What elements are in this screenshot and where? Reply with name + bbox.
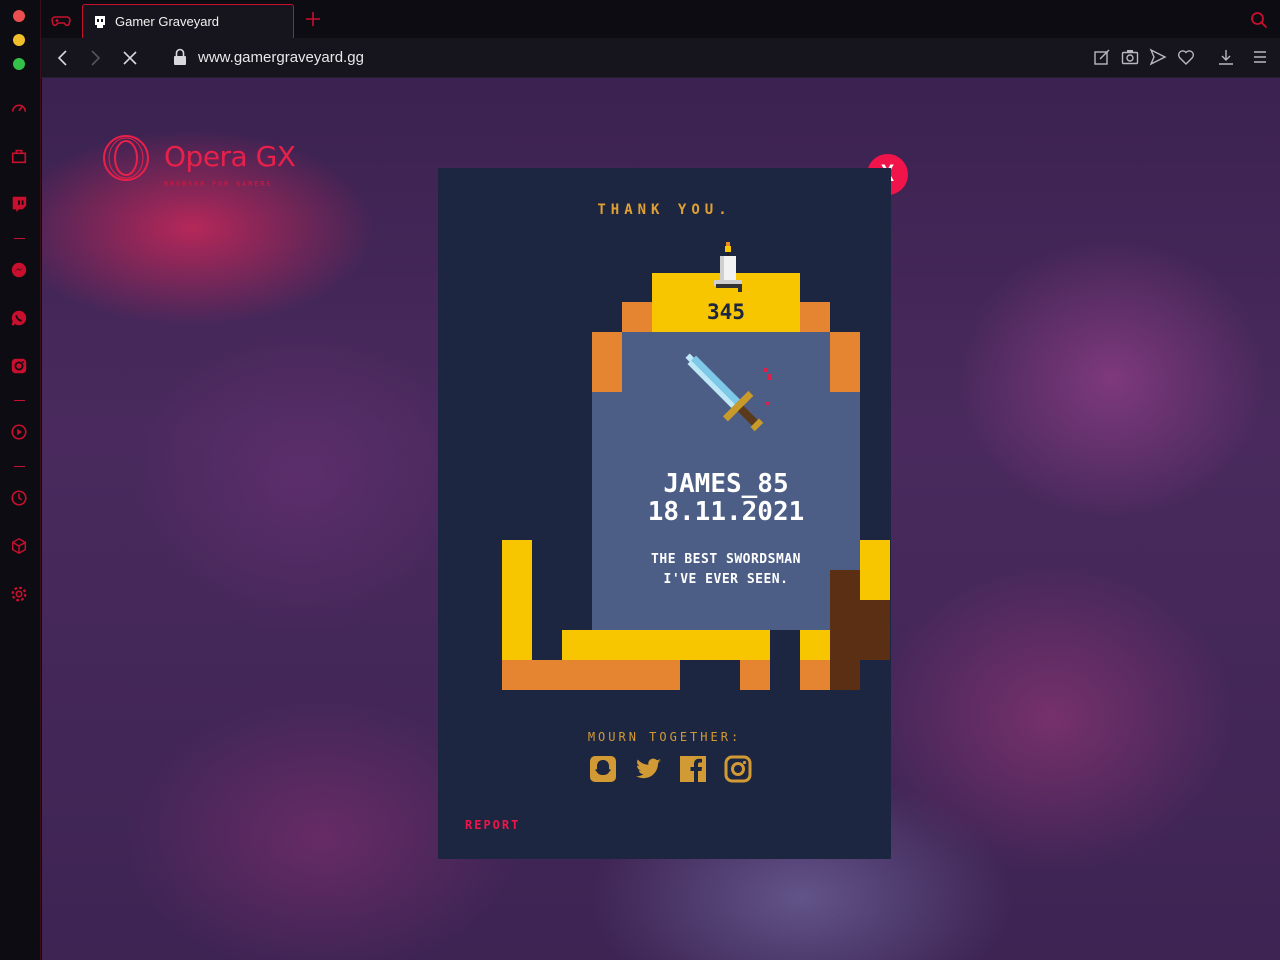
report-link[interactable]: REPORT xyxy=(465,818,520,832)
lock-icon[interactable] xyxy=(173,48,187,66)
skull-favicon-icon xyxy=(95,15,105,28)
snapchat-icon[interactable] xyxy=(588,754,618,784)
tab-gamer-graveyard[interactable]: Gamer Graveyard xyxy=(82,4,294,38)
sword-icon xyxy=(685,353,771,432)
menu-easy-setup-icon[interactable] xyxy=(1251,48,1269,66)
opera-gx-brand: Opera GX BROWSER FOR GAMERS xyxy=(102,132,302,194)
stop-loading-icon[interactable] xyxy=(120,48,140,68)
messenger-icon[interactable] xyxy=(9,260,29,280)
stone-corner xyxy=(592,362,622,392)
stone-corner xyxy=(830,362,860,392)
forward-icon[interactable] xyxy=(85,48,105,68)
frame-right xyxy=(800,630,830,660)
edit-share-icon[interactable] xyxy=(1093,48,1111,66)
instagram-icon[interactable] xyxy=(723,754,753,784)
epitaph: THE BEST SWORDSMAN I'VE EVER SEEN. xyxy=(593,550,859,590)
new-tab-plus-icon[interactable] xyxy=(303,9,323,29)
address-bar: www.gamergraveyard.gg xyxy=(41,38,1280,78)
maximize-window-button[interactable] xyxy=(13,58,25,70)
download-icon[interactable] xyxy=(1217,48,1235,66)
ground xyxy=(502,660,680,690)
whatsapp-icon[interactable] xyxy=(9,308,29,328)
send-flow-icon[interactable] xyxy=(1149,48,1167,66)
stone-corner xyxy=(800,302,830,332)
share-label: MOURN TOGETHER: xyxy=(587,730,742,744)
tombstone-modal: THANK YOU. 345 JAMES_85 18.11.2021 THE B… xyxy=(438,168,891,859)
sidebar-divider xyxy=(14,400,25,401)
brand-name: Opera GX xyxy=(164,140,296,173)
store-bag-icon[interactable] xyxy=(9,146,29,166)
sidebar-divider xyxy=(14,466,25,467)
dirt xyxy=(830,570,860,690)
close-window-button[interactable] xyxy=(13,10,25,22)
social-share-row xyxy=(588,754,753,784)
dirt xyxy=(860,600,890,660)
stone-corner xyxy=(622,302,652,332)
instagram-sidebar-icon[interactable] xyxy=(9,356,29,376)
bookmark-heart-icon[interactable] xyxy=(1177,48,1195,66)
frame-left xyxy=(502,540,532,660)
ground xyxy=(800,660,830,690)
settings-gear-icon[interactable] xyxy=(9,584,29,604)
candle-icon xyxy=(714,242,742,292)
death-date: 18.11.2021 xyxy=(647,497,805,527)
camera-snapshot-icon[interactable] xyxy=(1121,48,1139,66)
player-name: JAMES_85 xyxy=(663,469,789,499)
minimize-window-button[interactable] xyxy=(13,34,25,46)
twitch-icon[interactable] xyxy=(9,194,29,214)
extensions-cube-icon[interactable] xyxy=(9,536,29,556)
candle-count: 345 xyxy=(707,300,745,324)
search-tabs-icon[interactable] xyxy=(1250,11,1268,29)
page-content: Opera GX BROWSER FOR GAMERS X THANK YOU.… xyxy=(42,78,1280,960)
back-icon[interactable] xyxy=(53,48,73,68)
history-clock-icon[interactable] xyxy=(9,488,29,508)
brand-tagline: BROWSER FOR GAMERS xyxy=(164,180,273,188)
facebook-icon[interactable] xyxy=(678,754,708,784)
epitaph-line-2: I'VE EVER SEEN. xyxy=(663,572,789,587)
tombstone-graphic: 345 JAMES_85 18.11.2021 THE BEST SWORDSM… xyxy=(500,240,892,692)
ground xyxy=(740,660,770,690)
tab-title: Gamer Graveyard xyxy=(115,14,220,29)
frame-right xyxy=(860,540,890,600)
twitter-icon[interactable] xyxy=(633,754,663,784)
speedometer-icon[interactable] xyxy=(9,98,29,118)
tab-strip: Gamer Graveyard xyxy=(41,0,1280,38)
opera-gx-logo-icon xyxy=(103,135,149,181)
url-field[interactable]: www.gamergraveyard.gg xyxy=(198,49,364,66)
gx-controller-icon[interactable] xyxy=(51,10,71,30)
epitaph-line-1: THE BEST SWORDSMAN xyxy=(651,552,801,567)
sidebar-divider xyxy=(14,238,25,239)
sidebar xyxy=(0,0,41,960)
stone-base xyxy=(562,630,770,660)
player-icon[interactable] xyxy=(9,422,29,442)
modal-heading: THANK YOU. xyxy=(597,202,732,218)
